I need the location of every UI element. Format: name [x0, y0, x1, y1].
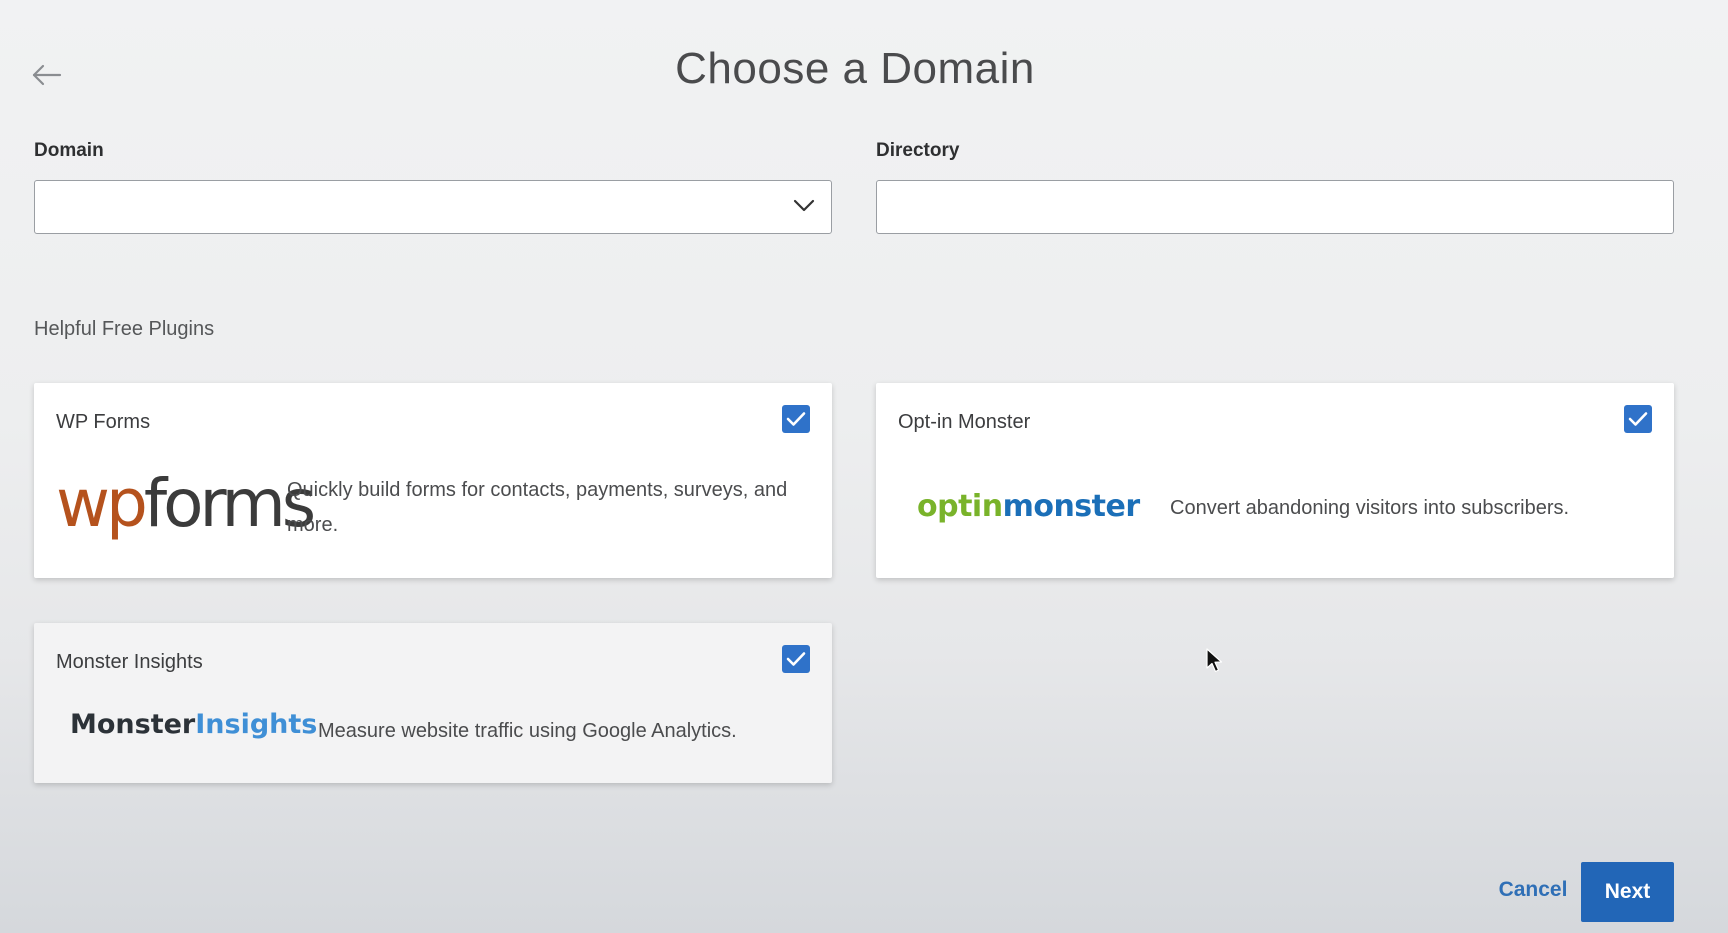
plugin-name: Opt-in Monster	[898, 411, 1031, 433]
plugin-name: WP Forms	[56, 411, 151, 433]
directory-input[interactable]	[876, 180, 1674, 234]
plugin-checkbox-optinmonster[interactable]	[1624, 405, 1652, 433]
plugin-checkbox-wpforms[interactable]	[782, 405, 810, 433]
domain-select[interactable]	[34, 180, 832, 234]
directory-label: Directory	[876, 140, 960, 161]
domain-label: Domain	[34, 140, 104, 161]
plugin-name: Monster Insights	[56, 651, 203, 673]
plugin-card-wpforms[interactable]: WP Forms wpforms Quickly build forms for…	[34, 383, 832, 578]
wpforms-logo: wpforms	[56, 465, 316, 542]
next-button[interactable]: Next	[1581, 862, 1674, 922]
plugin-description: Quickly build forms for contacts, paymen…	[287, 479, 788, 536]
checkmark-icon	[1628, 412, 1648, 426]
mouse-cursor-icon	[1206, 648, 1223, 673]
plugin-card-optinmonster[interactable]: Opt-in Monster optinmonster Convert aban…	[876, 383, 1674, 578]
chevron-down-icon	[793, 199, 815, 212]
page-title: Choose a Domain	[675, 44, 1035, 93]
monsterinsights-logo: MonsterInsights	[70, 709, 318, 740]
checkmark-icon	[786, 652, 806, 666]
checkmark-icon	[786, 412, 806, 426]
optinmonster-logo: optinmonster	[917, 489, 1140, 524]
plugin-checkbox-monsterinsights[interactable]	[782, 645, 810, 673]
plugin-description: Convert abandoning visitors into subscri…	[1170, 497, 1570, 519]
plugin-card-monsterinsights[interactable]: Monster Insights MonsterInsights Measure…	[34, 623, 832, 783]
plugin-description: Measure website traffic using Google Ana…	[318, 720, 737, 742]
plugins-section-title: Helpful Free Plugins	[34, 318, 215, 340]
cancel-button[interactable]: Cancel	[1478, 862, 1588, 918]
